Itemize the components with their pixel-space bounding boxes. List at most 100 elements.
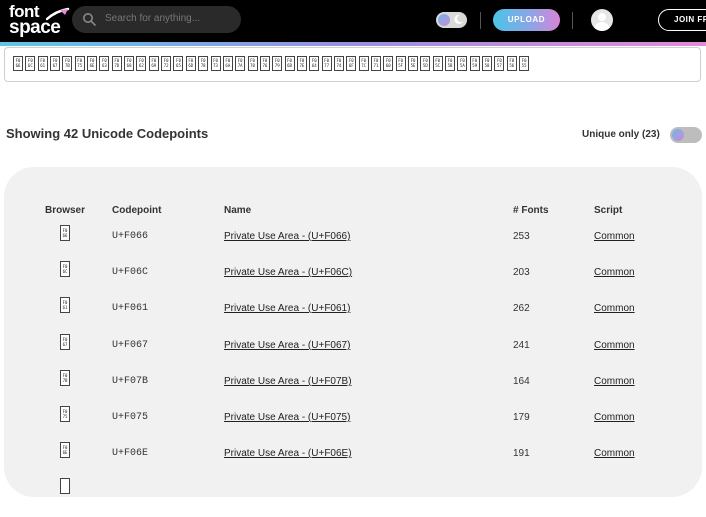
table-row[interactable]: F0 61 U+F061 Private Use Area - (U+F061) 262… [0, 297, 706, 336]
codepoint-cell: U+F067 [112, 340, 149, 351]
missing-glyph-box[interactable]: F0 59 [469, 56, 480, 71]
search-placeholder: Search for anything... [105, 13, 201, 24]
col-header-fonts[interactable]: # Fonts [513, 205, 549, 216]
missing-glyph-box[interactable]: F0 57 [494, 56, 505, 71]
missing-glyph-box[interactable]: F0 5C [432, 56, 443, 71]
missing-glyph-box[interactable]: F0 5F [395, 56, 406, 71]
divider [480, 12, 481, 29]
missing-glyph-box[interactable]: F0 69 [148, 56, 159, 71]
missing-glyph-box[interactable]: F0 7E [296, 56, 307, 71]
unique-only-toggle[interactable] [670, 127, 702, 143]
script-link[interactable]: Common [594, 267, 635, 278]
missing-glyph-box[interactable]: F0 62 [136, 56, 147, 71]
missing-glyph-box[interactable]: F0 7B [62, 56, 73, 71]
missing-glyph-box[interactable]: F0 5A [457, 56, 468, 71]
missing-glyph-box[interactable]: F0 74 [333, 56, 344, 71]
missing-glyph-box[interactable]: F0 6D [185, 56, 196, 71]
missing-glyph-box[interactable]: F0 75 [74, 56, 85, 71]
table-row[interactable]: F0 66 U+F066 Private Use Area - (U+F066) 253… [0, 225, 706, 264]
script-link[interactable]: Common [594, 376, 635, 387]
avatar-body [594, 22, 610, 31]
missing-glyph-box[interactable]: F0 76 [259, 56, 270, 71]
missing-glyph-box[interactable]: F0 64 [309, 56, 320, 71]
table-row[interactable]: F0 7B U+F07B Private Use Area - (U+F07B) 164… [0, 370, 706, 409]
codepoint-cell: U+F06E [112, 448, 149, 459]
missing-glyph-box[interactable]: F0 70 [247, 56, 258, 71]
missing-glyph-box[interactable]: F0 58 [482, 56, 493, 71]
missing-glyph-box[interactable]: F0 73 [210, 56, 221, 71]
table-row[interactable] [0, 478, 706, 517]
missing-glyph-box[interactable]: F0 65 [173, 56, 184, 71]
results-count: Showing 42 Unicode Codepoints [6, 126, 209, 141]
avatar-head [598, 13, 606, 21]
toggle-knob [672, 129, 684, 141]
script-link[interactable]: Common [594, 340, 635, 351]
font-count-cell: 164 [513, 376, 530, 387]
missing-glyph-box[interactable]: F0 5E [408, 56, 418, 71]
font-count-cell: 241 [513, 340, 530, 351]
col-header-name[interactable]: Name [224, 205, 251, 216]
name-link[interactable]: Private Use Area - (U+F075) [224, 412, 350, 423]
table-row[interactable]: F0 6E U+F06E Private Use Area - (U+F06E) 191… [0, 442, 706, 481]
missing-glyph-box[interactable]: F0 5B [445, 56, 456, 71]
missing-glyph-box[interactable]: F0 63 [99, 56, 110, 71]
missing-glyph-box[interactable]: F0 6B [284, 56, 295, 71]
missing-glyph-box[interactable]: F0 7D [111, 56, 122, 71]
missing-glyph-box[interactable]: F0 71 [370, 56, 381, 71]
script-link[interactable]: Common [594, 231, 635, 242]
font-count-cell: 262 [513, 303, 530, 314]
name-link[interactable]: Private Use Area - (U+F07B) [224, 376, 352, 387]
glyph-preview-box: F0 75 [60, 406, 70, 422]
font-count-cell: 179 [513, 412, 530, 423]
missing-glyph-box[interactable]: F0 66 [13, 56, 23, 71]
dark-mode-toggle[interactable] [436, 12, 467, 28]
missing-glyph-box[interactable]: F0 5D [420, 56, 431, 71]
missing-glyph-box[interactable]: F0 6F [346, 56, 357, 71]
missing-glyph-box[interactable]: F0 60 [383, 56, 394, 71]
missing-glyph-box[interactable]: F0 79 [272, 56, 283, 71]
table-row[interactable]: F0 67 U+F067 Private Use Area - (U+F067) 241… [0, 334, 706, 373]
missing-glyph-box[interactable]: F0 77 [321, 56, 332, 71]
user-avatar-icon[interactable] [591, 9, 613, 31]
glyph-preview-box [60, 478, 70, 494]
search-input[interactable]: Search for anything... [72, 6, 241, 33]
missing-glyph-box[interactable]: F0 72 [161, 56, 172, 71]
missing-glyph-box[interactable]: F0 7A [235, 56, 246, 71]
missing-glyph-box[interactable]: F0 7C [358, 56, 369, 71]
name-link[interactable]: Private Use Area - (U+F06E) [224, 448, 352, 459]
missing-glyph-box[interactable]: F0 6E [87, 56, 98, 71]
table-row[interactable]: F0 6C U+F06C Private Use Area - (U+F06C) 203… [0, 261, 706, 300]
site-logo[interactable]: font space [9, 2, 70, 38]
missing-glyph-box[interactable]: F0 6A [222, 56, 233, 71]
header-accent-bar [0, 42, 706, 46]
unique-only-label: Unique only (23) [582, 129, 660, 140]
font-count-cell: 191 [513, 448, 530, 459]
missing-glyph-box[interactable]: F0 56 [506, 56, 517, 71]
script-link[interactable]: Common [594, 448, 635, 459]
missing-glyph-box[interactable]: F0 78 [198, 56, 209, 71]
script-link[interactable]: Common [594, 412, 635, 423]
missing-glyph-box[interactable]: F0 67 [50, 56, 61, 71]
join-free-button[interactable]: JOIN FREE [658, 9, 706, 31]
script-link[interactable]: Common [594, 303, 635, 314]
col-header-codepoint[interactable]: Codepoint [112, 205, 161, 216]
glyph-strip-row: F0 66 F0 6C F0 61 F0 67 F0 7B F0 75 F0 6E F0 63 F0 7D F0 68… [13, 56, 531, 72]
missing-glyph-box[interactable]: F0 6C [25, 56, 36, 71]
search-icon [83, 13, 96, 26]
glyph-preview-box: F0 66 [60, 225, 70, 241]
col-header-script[interactable]: Script [594, 205, 622, 216]
name-link[interactable]: Private Use Area - (U+F066) [224, 231, 350, 242]
missing-glyph-box[interactable]: F0 55 [519, 56, 530, 71]
name-link[interactable]: Private Use Area - (U+F06C) [224, 267, 352, 278]
glyph-preview-strip: F0 66 F0 6C F0 61 F0 67 F0 7B F0 75 F0 6E F0 63 F0 7D F0 68… [4, 47, 701, 82]
divider [572, 12, 573, 29]
name-link[interactable]: Private Use Area - (U+F061) [224, 303, 350, 314]
col-header-browser[interactable]: Browser [45, 205, 85, 216]
top-navbar: font space Search for anything... UPLOAD… [0, 0, 706, 42]
moon-icon [454, 14, 464, 24]
missing-glyph-box[interactable]: F0 61 [37, 56, 48, 71]
name-link[interactable]: Private Use Area - (U+F067) [224, 340, 350, 351]
missing-glyph-box[interactable]: F0 68 [124, 56, 135, 71]
upload-button[interactable]: UPLOAD [493, 9, 560, 31]
table-row[interactable]: F0 75 U+F075 Private Use Area - (U+F075) 179… [0, 406, 706, 445]
